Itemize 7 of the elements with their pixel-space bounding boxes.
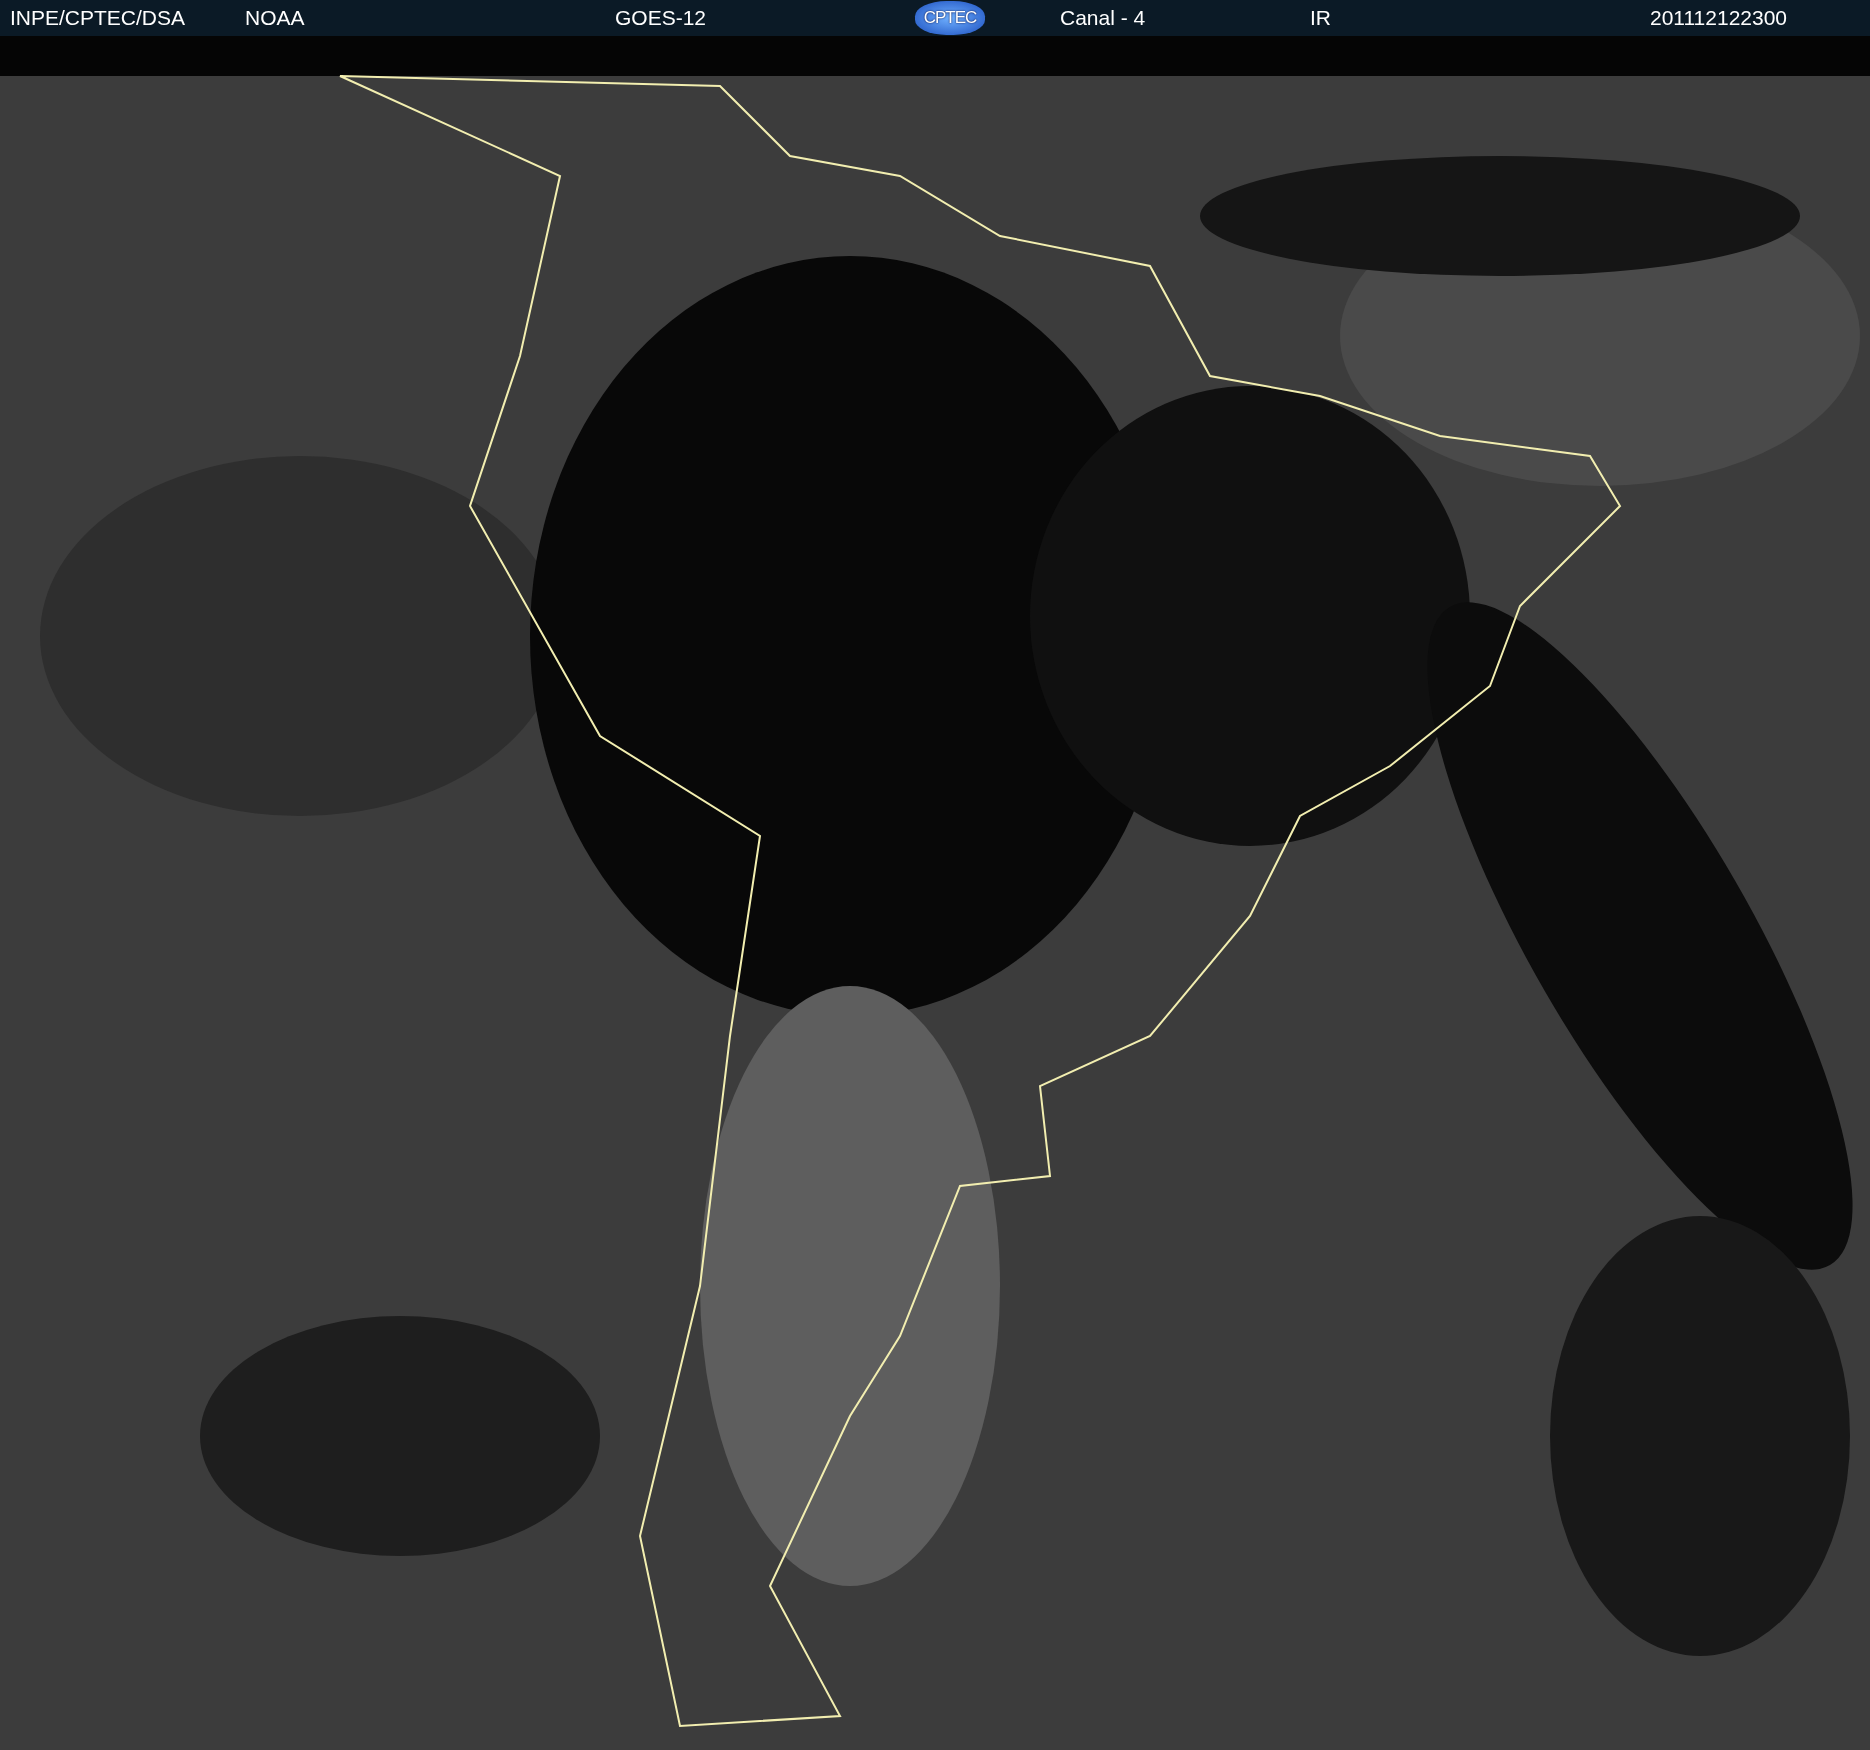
header-label: NOAA [245,6,305,30]
header-label: 201112122300 [1650,6,1788,30]
header-label: Canal - 4 [1060,6,1146,30]
header-label: GOES-12 [615,6,707,30]
logo: CPTEC [915,1,985,35]
header-label: INPE/CPTEC/DSA [10,6,186,30]
header-label: IR [1310,6,1331,30]
